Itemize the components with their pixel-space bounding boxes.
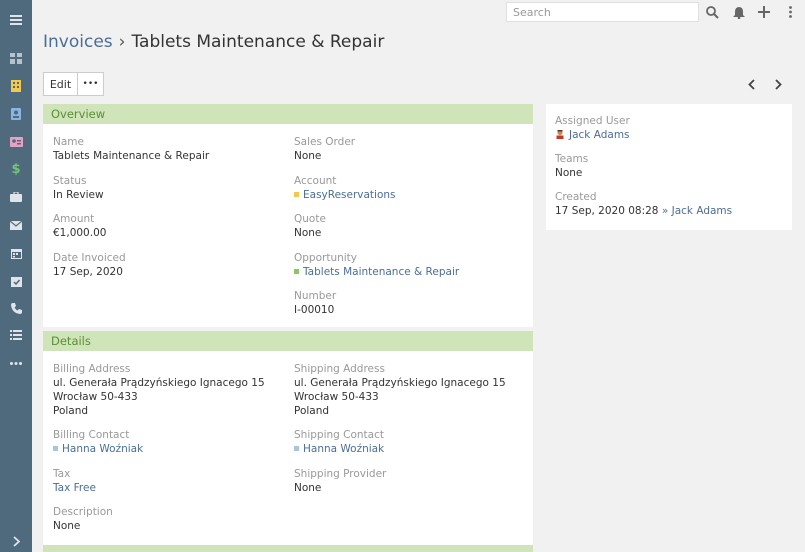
edit-button[interactable]: Edit: [43, 72, 78, 96]
tax-link[interactable]: Tax Free: [53, 481, 96, 495]
field-sales-order: Sales Order None: [294, 136, 356, 162]
breadcrumb-separator: ›: [118, 32, 126, 52]
sidebar-nav: $: [0, 0, 32, 552]
field-teams: Teams None: [555, 153, 589, 179]
record-name: Tablets Maintenance & Repair: [131, 32, 385, 52]
avatar: [555, 129, 565, 139]
contact-square-icon: [294, 445, 299, 451]
accounts-icon[interactable]: [0, 75, 32, 97]
field-opportunity: Opportunity Tablets Maintenance & Repair: [294, 252, 460, 278]
shipping-contact-link[interactable]: Hanna Woźniak: [303, 443, 384, 455]
account-square-icon: [294, 191, 299, 197]
more-icon[interactable]: [0, 352, 32, 374]
overview-panel-title: Overview: [43, 104, 533, 124]
page-title: Invoices › Tablets Maintenance & Repair: [43, 32, 384, 52]
field-assigned-user: Assigned User Jack Adams: [555, 115, 630, 141]
field-description: Description None: [53, 506, 113, 532]
billing-contact-link[interactable]: Hanna Woźniak: [62, 443, 143, 455]
field-name: Name Tablets Maintenance & Repair: [53, 136, 210, 162]
previous-record-button[interactable]: [740, 73, 762, 95]
created-by-link[interactable]: Jack Adams: [672, 205, 733, 217]
leads-icon[interactable]: [0, 131, 32, 153]
kebab-icon[interactable]: [779, 2, 801, 22]
account-link[interactable]: EasyReservations: [303, 189, 396, 201]
bell-icon[interactable]: [728, 2, 750, 22]
phone-icon[interactable]: [0, 297, 32, 319]
created-separator: »: [661, 205, 669, 217]
created-date: 17 Sep, 2020 08:28: [555, 205, 659, 217]
plus-icon[interactable]: [753, 2, 775, 22]
field-amount: Amount €1,000.00: [53, 213, 107, 239]
menu-icon[interactable]: [0, 9, 32, 31]
dollar-icon[interactable]: $: [0, 158, 32, 180]
field-tax: Tax Tax Free: [53, 468, 96, 495]
opportunity-square-icon: [294, 268, 299, 274]
side-panel: Assigned User Jack Adams Teams None Crea…: [546, 104, 792, 230]
chevron-left-icon: [747, 78, 755, 90]
field-shipping-address: Shipping Address ul. Generała Prądzyński…: [294, 363, 506, 417]
contact-square-icon: [53, 445, 58, 451]
dashboard-icon[interactable]: [0, 47, 32, 69]
search-icon[interactable]: [701, 2, 723, 22]
field-shipping-contact: Shipping Contact Hanna Woźniak: [294, 429, 385, 455]
breadcrumb-invoices-link[interactable]: Invoices: [43, 32, 113, 52]
expand-icon[interactable]: [0, 530, 32, 552]
contacts-icon[interactable]: [0, 103, 32, 125]
ellipsis-icon: •••: [82, 79, 99, 89]
assigned-user-link[interactable]: Jack Adams: [569, 129, 630, 141]
overview-panel: Overview Name Tablets Maintenance & Repa…: [43, 104, 533, 327]
field-date-invoiced: Date Invoiced 17 Sep, 2020: [53, 252, 126, 278]
list-icon[interactable]: [0, 324, 32, 346]
chevron-right-icon: [774, 78, 782, 90]
calendar-icon[interactable]: [0, 242, 32, 264]
field-number: Number I-00010: [294, 290, 337, 316]
more-actions-button[interactable]: •••: [77, 72, 104, 96]
field-created: Created 17 Sep, 2020 08:28 » Jack Adams: [555, 191, 733, 217]
search-input[interactable]: [506, 2, 699, 22]
field-billing-address: Billing Address ul. Generała Prądzyńskie…: [53, 363, 265, 417]
details-panel-title: Details: [43, 331, 533, 351]
briefcase-icon[interactable]: [0, 186, 32, 208]
field-billing-contact: Billing Contact Hanna Woźniak: [53, 429, 144, 455]
field-account: Account EasyReservations: [294, 175, 396, 201]
opportunity-link[interactable]: Tablets Maintenance & Repair: [303, 266, 459, 278]
email-icon[interactable]: [0, 214, 32, 236]
tasks-icon[interactable]: [0, 270, 32, 292]
next-record-button[interactable]: [767, 73, 789, 95]
field-shipping-provider: Shipping Provider None: [294, 468, 387, 494]
next-panel-header: [43, 545, 533, 552]
field-status: Status In Review: [53, 175, 104, 201]
field-quote: Quote None: [294, 213, 326, 239]
details-panel: Details Billing Address ul. Generała Prą…: [43, 331, 533, 545]
